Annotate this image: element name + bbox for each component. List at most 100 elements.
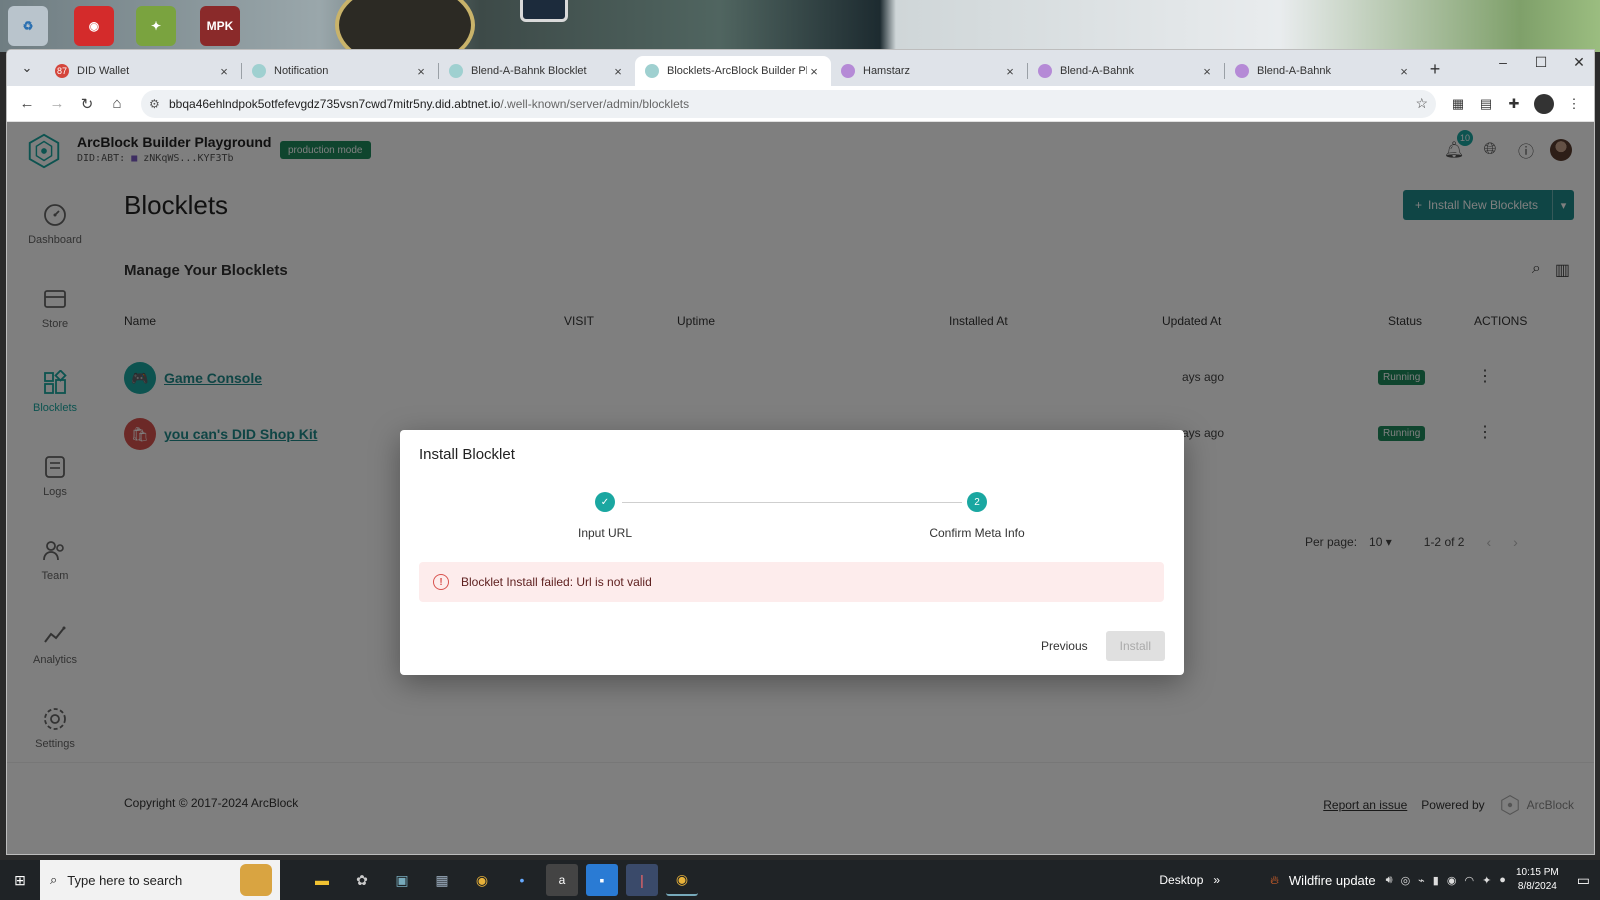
- mpk-icon[interactable]: MPK: [200, 6, 240, 46]
- tab-close-icon[interactable]: ×: [807, 64, 821, 79]
- tab-favicon-icon: [841, 64, 855, 78]
- grid-extension-icon[interactable]: ▤: [1472, 90, 1500, 118]
- step-label: Confirm Meta Info: [929, 526, 1025, 540]
- tab-close-icon[interactable]: ×: [414, 64, 428, 79]
- step-number: 2: [967, 492, 987, 512]
- maximize-icon[interactable]: ☐: [1532, 54, 1550, 71]
- error-message: Blocklet Install failed: Url is not vali…: [461, 575, 652, 589]
- tab-close-icon[interactable]: ×: [1003, 64, 1017, 79]
- tab-6[interactable]: Blend-A-Bahnk ×: [1225, 56, 1421, 86]
- site-info-icon[interactable]: ⚙: [149, 97, 169, 111]
- tab-close-icon[interactable]: ×: [611, 64, 625, 79]
- step-label: Input URL: [577, 526, 633, 540]
- volume-icon[interactable]: 🔊︎: [1386, 874, 1393, 887]
- clock-time: 10:15 PM: [1515, 867, 1559, 878]
- tray-app-icon[interactable]: ✦: [1482, 874, 1491, 887]
- recycle-bin-icon[interactable]: ♻: [8, 6, 48, 46]
- desktop-background: ♻ ◉ ✦ MPK: [0, 0, 1600, 52]
- dialog-actions: Previous Install: [1035, 631, 1165, 661]
- forward-button[interactable]: →: [43, 90, 71, 118]
- back-button[interactable]: ←: [13, 90, 41, 118]
- tab-title: DID Wallet: [77, 65, 130, 77]
- url-path: /.well-known/server/admin/blocklets: [500, 96, 690, 111]
- address-bar: ← → ↻ ⌂ ⚙ bbqa46ehlndpok5otfefevgdz735vs…: [7, 86, 1594, 122]
- home-button[interactable]: ⌂: [103, 90, 131, 118]
- url-field[interactable]: ⚙ bbqa46ehlndpok5otfefevgdz735vsn7cwd7mi…: [141, 89, 1436, 118]
- tab-3[interactable]: Blocklets-ArcBlock Builder Playground×: [635, 56, 831, 86]
- install-stepper: ✓ Input URL 2 Confirm Meta Info: [419, 492, 1164, 542]
- file-explorer-icon[interactable]: ▬: [306, 864, 338, 896]
- fruity-loops-icon[interactable]: ✦: [136, 6, 176, 46]
- tab-favicon-icon: [252, 64, 266, 78]
- chrome-active-icon[interactable]: ◉: [666, 864, 698, 896]
- error-alert: ! Blocklet Install failed: Url is not va…: [419, 562, 1164, 602]
- puzzle-extensions-icon[interactable]: ✚: [1500, 90, 1528, 118]
- app-icon[interactable]: •: [506, 864, 538, 896]
- tab-close-icon[interactable]: ×: [1200, 64, 1214, 79]
- network-icon[interactable]: ⌁: [1418, 874, 1425, 887]
- toolbar-chevron-icon[interactable]: »: [1213, 873, 1220, 887]
- tab-title: Blocklets-ArcBlock Builder Playground: [667, 65, 807, 77]
- extension-icon[interactable]: ▦: [1444, 90, 1472, 118]
- close-window-icon[interactable]: ✕: [1570, 54, 1588, 71]
- tab-bar: ⌄ 87 DID Wallet × Notification × Blend-A-Bahn…: [7, 50, 1594, 86]
- tab-5[interactable]: Blend-A-Bahnk ×: [1028, 56, 1224, 86]
- check-icon: ✓: [595, 492, 615, 512]
- error-icon: !: [433, 574, 449, 590]
- new-tab-button[interactable]: +: [1421, 55, 1449, 83]
- tab-favicon-icon: [449, 64, 463, 78]
- wifi-icon[interactable]: ◠: [1464, 874, 1474, 887]
- windows-taskbar: ⊞ ⌕ Type here to search ▬ ✿ ▣ ▦ ◉ • a ▪ …: [0, 860, 1600, 900]
- calculator-icon[interactable]: ▦: [426, 864, 458, 896]
- tray-app-icon[interactable]: ●: [1499, 874, 1506, 887]
- search-icon: ⌕: [50, 872, 58, 887]
- tab-0[interactable]: 87 DID Wallet ×: [45, 56, 241, 86]
- tab-title: Blend-A-Bahnk Blocklet: [471, 65, 587, 77]
- tray-app-icon[interactable]: ◎: [1401, 874, 1411, 887]
- tab-1[interactable]: Notification ×: [242, 56, 438, 86]
- notification-center-icon[interactable]: ▭: [1577, 872, 1590, 889]
- tab-favicon-icon: [1235, 64, 1249, 78]
- app-icon[interactable]: ▪: [586, 864, 618, 896]
- system-tray: Desktop » 🔥︎ Wildfire update 🔊︎ ◎ ⌁ ▮ ◉ …: [1159, 860, 1600, 900]
- clock-date: 8/8/2024: [1517, 881, 1557, 892]
- app-icon[interactable]: ✿: [346, 864, 378, 896]
- reload-button[interactable]: ↻: [73, 90, 101, 118]
- desktop-toolbar-label[interactable]: Desktop: [1159, 873, 1203, 887]
- step-confirm-meta: 2 Confirm Meta Info: [877, 492, 1077, 540]
- install-button[interactable]: Install: [1105, 631, 1165, 661]
- taskbar-clock[interactable]: 10:15 PM 8/8/2024: [1516, 866, 1559, 894]
- chrome-icon[interactable]: ◉: [466, 864, 498, 896]
- tab-close-icon[interactable]: ×: [217, 64, 231, 79]
- install-blocklet-dialog: Install Blocklet ✓ Input URL 2 Confirm M…: [400, 430, 1184, 675]
- browser-menu-icon[interactable]: ⋮: [1560, 90, 1588, 118]
- amazon-icon[interactable]: a: [546, 864, 578, 896]
- tab-title: Hamstarz: [863, 65, 911, 77]
- url-text: bbqa46ehlndpok5otfefevgdz735vsn7cwd7mitr…: [169, 97, 1415, 111]
- taskbar-search[interactable]: ⌕ Type here to search: [40, 860, 280, 900]
- taskbar-search-placeholder: Type here to search: [67, 872, 183, 888]
- tab-title: Blend-A-Bahnk: [1060, 65, 1134, 77]
- tab-2[interactable]: Blend-A-Bahnk Blocklet ×: [439, 56, 635, 86]
- tab-favicon-icon: [645, 64, 659, 78]
- tab-favicon-icon: 87: [55, 64, 69, 78]
- browser-profile-avatar[interactable]: [1534, 93, 1554, 114]
- bookmark-star-icon[interactable]: ☆: [1415, 95, 1428, 112]
- tab-4[interactable]: Hamstarz ×: [831, 56, 1027, 86]
- tab-close-icon[interactable]: ×: [1397, 64, 1411, 79]
- ccleaner-icon[interactable]: ◉: [74, 6, 114, 46]
- previous-button[interactable]: Previous: [1035, 633, 1094, 659]
- search-highlight-icon: [240, 864, 272, 896]
- tab-title: Blend-A-Bahnk: [1257, 65, 1331, 77]
- windows-start-icon[interactable]: ⊞: [0, 860, 40, 900]
- minimize-icon[interactable]: –: [1494, 54, 1512, 71]
- battery-icon[interactable]: ▮: [1433, 874, 1439, 887]
- news-widget[interactable]: Wildfire update: [1289, 873, 1376, 888]
- window-controls: – ☐ ✕: [1494, 54, 1588, 71]
- app-icon[interactable]: |: [626, 864, 658, 896]
- tab-title: Notification: [274, 65, 329, 77]
- tray-chrome-icon[interactable]: ◉: [1447, 874, 1457, 887]
- desktop-emblem-small: [520, 0, 568, 22]
- app-icon[interactable]: ▣: [386, 864, 418, 896]
- tab-list-button[interactable]: ⌄: [13, 54, 41, 82]
